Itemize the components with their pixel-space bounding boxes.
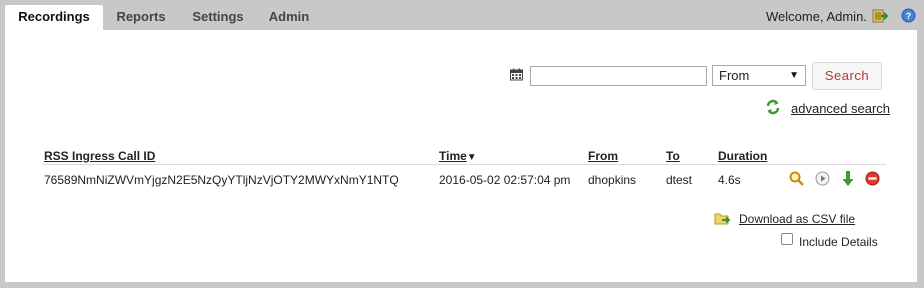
column-header-time[interactable]: Time▼	[439, 149, 477, 163]
search-button[interactable]: Search	[812, 62, 882, 90]
refresh-icon[interactable]	[765, 99, 781, 118]
cell-duration: 4.6s	[718, 173, 741, 187]
sort-desc-icon: ▼	[466, 152, 477, 163]
delete-icon[interactable]	[865, 171, 880, 189]
play-icon[interactable]	[815, 171, 830, 189]
advanced-search-link[interactable]: advanced search	[791, 101, 890, 116]
cell-to: dtest	[666, 173, 693, 187]
help-icon[interactable]: ?	[901, 8, 916, 26]
svg-text:?: ?	[906, 11, 912, 21]
include-details-label: Include Details	[799, 235, 878, 249]
include-details-checkbox[interactable]	[781, 233, 793, 245]
logout-icon[interactable]	[872, 8, 889, 27]
download-csv-link[interactable]: Download as CSV file	[739, 212, 855, 226]
cell-from: dhopkins	[588, 173, 637, 187]
cell-time: 2016-05-02 02:57:04 pm	[439, 173, 571, 187]
column-header-from[interactable]: From	[588, 149, 618, 163]
csv-export-icon[interactable]	[714, 211, 731, 229]
tab-admin[interactable]: Admin	[259, 5, 319, 30]
column-header-time-label: Time	[439, 149, 467, 163]
search-field-select-value: From	[719, 68, 750, 83]
search-field-select[interactable]: From ▼	[712, 65, 806, 86]
calendar-icon[interactable]	[510, 68, 523, 84]
cell-call-id: 76589NmNiZWVmYjgzN2E5NzQyYTljNzVjOTY2MWY…	[44, 173, 399, 187]
welcome-text: Welcome, Admin.	[766, 9, 867, 24]
view-details-icon[interactable]	[788, 170, 805, 190]
tab-settings[interactable]: Settings	[185, 5, 251, 30]
chevron-down-icon: ▼	[789, 70, 799, 81]
tab-recordings[interactable]: Recordings	[5, 5, 103, 30]
table-header-divider	[42, 164, 886, 165]
search-input[interactable]	[530, 66, 707, 86]
tab-reports[interactable]: Reports	[108, 5, 174, 30]
top-nav: Recordings Reports Settings Admin Welcom…	[0, 0, 924, 30]
column-header-call-id[interactable]: RSS Ingress Call ID	[44, 149, 155, 163]
column-header-to[interactable]: To	[666, 149, 680, 163]
recordings-panel: From ▼ Search advanced search RSS Ingres…	[5, 30, 917, 282]
download-icon[interactable]	[842, 170, 854, 190]
column-header-duration[interactable]: Duration	[718, 149, 767, 163]
